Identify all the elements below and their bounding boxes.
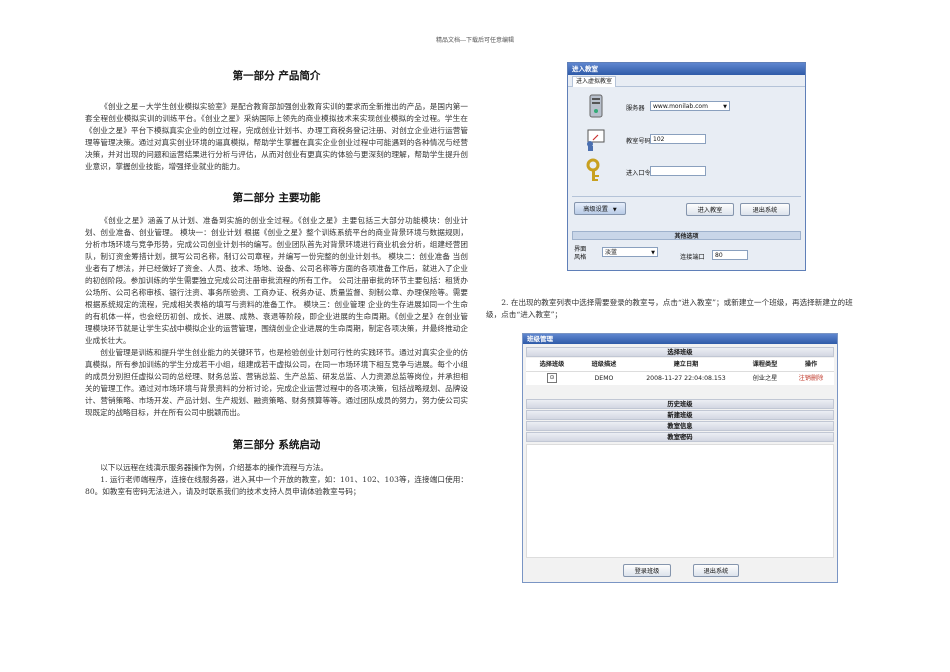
server-select[interactable]: www.monilab.com ▼ <box>650 101 730 111</box>
chevron-down-icon: ▼ <box>612 207 617 213</box>
port-label: 连接端口 <box>680 254 705 261</box>
server-label: 服务器 <box>626 105 645 112</box>
classroom-icon <box>584 126 608 152</box>
left-column: 第一部分 产品简介 《创业之星－大学生创业模拟实验室》是配合教育部加强创业教育实… <box>85 66 468 498</box>
chevron-down-icon: ▼ <box>723 104 727 110</box>
class-table: 选择班级 班级描述 建立日期 课程类型 操作 ⊙ DEMO 2008-11-27… <box>526 358 834 385</box>
col-header: 选择班级 <box>539 361 565 368</box>
desc-cell: DEMO <box>594 375 614 382</box>
type-cell: 创业之星 <box>752 375 778 382</box>
room-label: 教室号码 <box>626 138 651 145</box>
tab-virtual-classroom[interactable]: 进入虚拟教室 <box>572 76 617 87</box>
server-value: www.monilab.com <box>653 103 708 110</box>
login-class-button[interactable]: 登录班级 <box>623 564 671 577</box>
style-label: 界面风格 <box>574 246 588 262</box>
dialog-title: 进入教室 <box>568 63 805 75</box>
section-title: 第二部分 主要功能 <box>232 192 321 204</box>
exit-system-button[interactable]: 退出系统 <box>693 564 739 577</box>
new-class-header[interactable]: 新建班级 <box>526 410 834 420</box>
col-header: 班级描述 <box>591 361 617 368</box>
exit-system-button[interactable]: 退出系统 <box>740 203 790 216</box>
paragraph: 《创业之星－大学生创业模拟实验室》是配合教育部加强创业教育实训的要求而全新推出的… <box>85 102 468 171</box>
paragraph: 1. 运行老师端程序，连接在线服务器，进入其中一个开放的教室，如：101、102… <box>85 475 468 496</box>
step-2-text: 2. 在出现的教室列表中选择需要登录的教室号，点击“进入教室”；或新建立一个班级… <box>486 298 853 319</box>
classroom-password-header[interactable]: 教室密码 <box>526 432 834 442</box>
enter-classroom-dialog: 进入教室 进入虚拟教室 服务器 www.monilab.com ▼ 教室号码 1… <box>567 62 806 271</box>
advanced-label: 高级设置 <box>583 206 608 213</box>
dialog-title: 班级管理 <box>523 334 837 344</box>
history-class-header[interactable]: 历史班级 <box>526 399 834 409</box>
other-options-header: 其他选项 <box>572 231 801 240</box>
select-cell: ⊙ <box>526 372 578 385</box>
password-label: 进入口令 <box>626 170 651 177</box>
enter-classroom-button[interactable]: 进入教室 <box>686 203 734 216</box>
col-header: 课程类型 <box>752 361 778 368</box>
col-header: 建立日期 <box>673 361 699 368</box>
select-class-header: 选择班级 <box>526 347 834 357</box>
port-input[interactable]: 80 <box>712 250 748 260</box>
classroom-info-header[interactable]: 教室信息 <box>526 421 834 431</box>
class-management-dialog: 班级管理 选择班级 选择班级 班级描述 建立日期 课程类型 操作 ⊙ DEMO … <box>522 333 838 583</box>
divider <box>572 196 801 197</box>
style-label-text: 界面风格 <box>574 246 587 261</box>
key-icon <box>584 157 608 183</box>
password-input[interactable] <box>650 166 706 176</box>
chevron-down-icon: ▼ <box>651 250 655 256</box>
table-row[interactable]: ⊙ DEMO 2008-11-27 22:04:08.153 创业之星 注销删除 <box>526 372 834 385</box>
delete-link[interactable]: 注销删除 <box>788 372 834 385</box>
room-input[interactable]: 102 <box>650 134 706 144</box>
content-area <box>526 444 834 558</box>
date-cell: 2008-11-27 22:04:08.153 <box>646 375 726 382</box>
paragraph: 创业管理是训练和提升学生创业能力的关键环节，也是检验创业计划可行性的实践环节。通… <box>85 348 468 417</box>
radio-button[interactable]: ⊙ <box>547 373 557 383</box>
col-header: 操作 <box>804 361 818 368</box>
paragraph: 《创业之星》涵盖了从计划、准备到实施的创业全过程。《创业之星》主要包括三大部分功… <box>85 216 468 345</box>
table-header: 选择班级 班级描述 建立日期 课程类型 操作 <box>526 358 834 372</box>
advanced-settings-button[interactable]: 高级设置 ▼ <box>574 202 626 215</box>
server-icon <box>584 93 608 119</box>
section-title: 第三部分 系统启动 <box>232 439 321 451</box>
section-title: 第一部分 产品简介 <box>232 70 321 82</box>
tab-bar: 进入虚拟教室 <box>568 75 805 87</box>
page-header: 精品文档---下载后可任意编辑 <box>435 37 515 44</box>
paragraph: 以下以远程在线演示服务器操作为例，介绍基本的操作流程与方法。 <box>100 463 328 472</box>
style-value: 淡蓝 <box>605 249 618 256</box>
style-select[interactable]: 淡蓝 ▼ <box>602 247 658 257</box>
